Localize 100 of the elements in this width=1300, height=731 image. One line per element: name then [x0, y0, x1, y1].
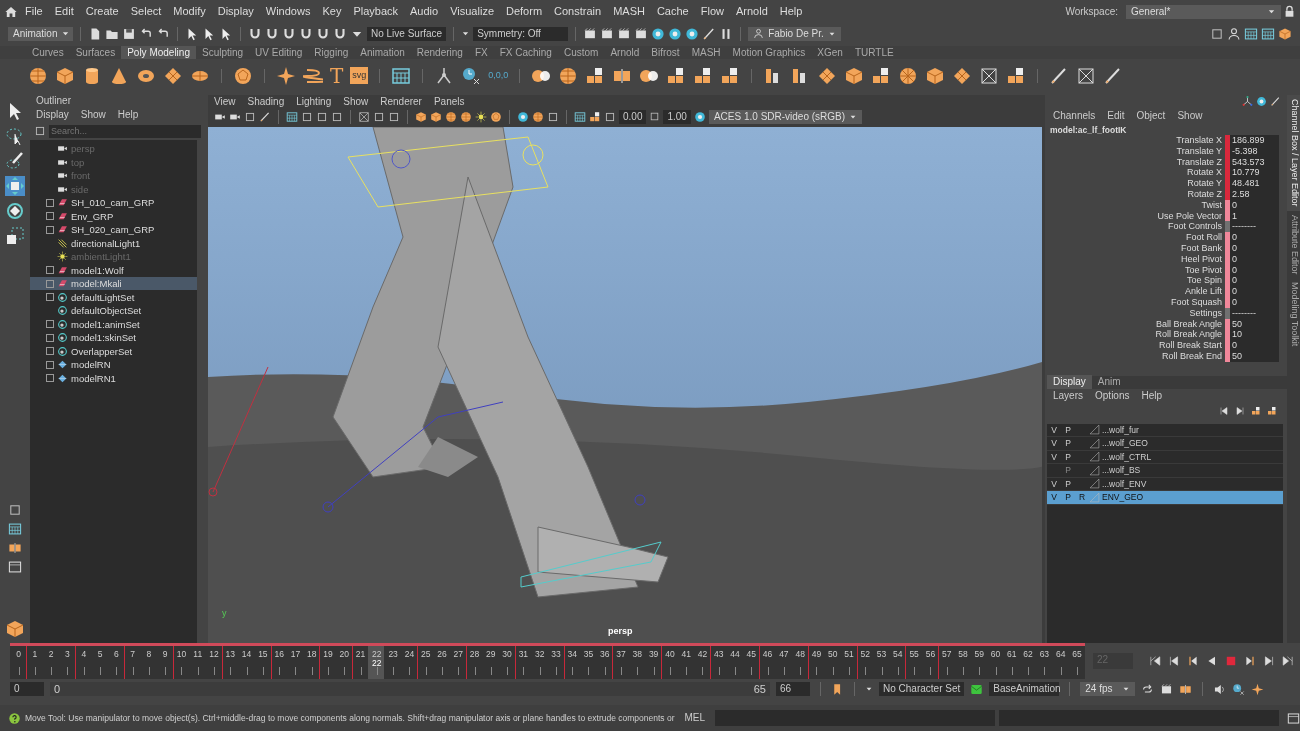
start-frame-field[interactable]: 0	[10, 682, 44, 697]
sound-icon[interactable]	[1213, 682, 1227, 696]
channel-value-field[interactable]: 0	[1230, 242, 1279, 254]
fps-dropdown[interactable]: 24 fps	[1080, 682, 1136, 697]
menu-item[interactable]: MASH	[608, 5, 650, 19]
snap-icon[interactable]	[265, 26, 279, 41]
channel-value-field[interactable]: 1	[1230, 210, 1279, 222]
lasso-tool-icon[interactable]	[5, 125, 25, 146]
render-icon[interactable]	[617, 26, 632, 41]
channel-value-field[interactable]: -5.398	[1230, 145, 1279, 157]
sphere-icon[interactable]	[28, 65, 48, 86]
menu-item[interactable]: Key	[317, 5, 347, 19]
shelf-tab[interactable]: Sculpting	[195, 46, 250, 60]
cube-icon[interactable]	[844, 65, 865, 86]
plane-icon[interactable]	[952, 65, 973, 86]
layer-editor-tab[interactable]: Anim	[1091, 375, 1127, 390]
plane-icon[interactable]	[163, 65, 183, 86]
play-backwards-icon[interactable]	[1206, 654, 1218, 667]
menu-item[interactable]: File	[20, 5, 48, 19]
channel-value-field[interactable]: 0	[1230, 275, 1279, 287]
outliner-item[interactable]: modelRN1	[30, 371, 197, 385]
paint-tool-icon[interactable]	[5, 150, 25, 171]
snap-icon[interactable]	[333, 26, 347, 41]
menu-item[interactable]: Visualize	[445, 5, 499, 19]
shelf-tab[interactable]: Custom	[557, 46, 605, 60]
snap-icon[interactable]	[282, 26, 296, 41]
menu-item[interactable]: Options	[1089, 389, 1136, 402]
menu-item[interactable]: Object	[1130, 109, 1172, 122]
mode-dropdown[interactable]: Animation	[8, 26, 73, 41]
menu-item[interactable]: Windows	[260, 5, 316, 19]
outliner-item[interactable]: SH_010_cam_GRP	[30, 195, 197, 210]
range-slider[interactable]: 0 65	[50, 682, 770, 697]
menu-item[interactable]: Show	[337, 95, 375, 108]
channel-value-field[interactable]: 10	[1230, 329, 1279, 341]
layer-editor-tab[interactable]: Display	[1047, 375, 1092, 390]
outliner-item[interactable]: defaultObjectSet	[30, 303, 197, 318]
wheel-icon[interactable]	[898, 65, 919, 86]
channel-value-field[interactable]: 0	[1230, 340, 1279, 351]
pen-icon[interactable]	[259, 110, 271, 123]
grid-icon[interactable]	[391, 65, 412, 86]
shelf-tab[interactable]: Animation	[354, 46, 411, 60]
cube-icon[interactable]	[55, 65, 75, 86]
layer-row[interactable]: V P R ENV_GEO	[1047, 491, 1283, 505]
rotate-tool-icon[interactable]	[5, 200, 25, 221]
sphere-icon[interactable]	[558, 65, 579, 86]
previous-key-icon[interactable]	[1187, 654, 1199, 667]
clock-icon[interactable]	[461, 65, 482, 86]
side-tab[interactable]: Modeling Toolkit	[1287, 278, 1300, 351]
layer-row[interactable]: V P ...wolf_fur	[1047, 423, 1283, 438]
go-to-start-icon[interactable]	[1149, 654, 1161, 667]
snap-tool[interactable]: 0,0,0	[488, 70, 509, 82]
shelf-tab[interactable]: XGen	[811, 46, 849, 60]
lock-icon[interactable]	[1283, 5, 1296, 19]
channel-value-field[interactable]: --------	[1230, 307, 1279, 319]
menu-item[interactable]: Lighting	[290, 95, 338, 108]
menu-item[interactable]: Constrain	[549, 5, 607, 19]
user-account-dropdown[interactable]: Fabio De Pr.	[748, 26, 841, 41]
menu-item[interactable]: Select	[125, 5, 167, 19]
channel-value-field[interactable]: 0	[1230, 264, 1279, 276]
channel-value-field[interactable]: 0	[1230, 296, 1279, 308]
workspace-dropdown[interactable]: General*	[1126, 4, 1281, 19]
channel-value-field[interactable]: 0	[1230, 232, 1279, 243]
outliner-item[interactable]: defaultLightSet	[30, 290, 197, 304]
plane-icon[interactable]	[817, 65, 838, 86]
outliner-item[interactable]: model1:animSet	[30, 317, 197, 331]
render-icon[interactable]	[634, 26, 649, 41]
menu-item[interactable]: Edit	[1101, 109, 1131, 122]
shelf-tab[interactable]: Surfaces	[69, 46, 122, 60]
channel-value-field[interactable]: 50	[1230, 350, 1279, 362]
snap-icon[interactable]	[248, 26, 262, 41]
menu-item[interactable]: Create	[80, 5, 124, 19]
shelf-tab[interactable]: UV Editing	[249, 46, 309, 60]
move-layer-down-icon[interactable]	[1235, 405, 1245, 416]
menu-item[interactable]: Layers	[1047, 389, 1089, 402]
channel-value-field[interactable]: 0	[1230, 199, 1279, 211]
search-field[interactable]: Search...	[49, 124, 201, 138]
move-tool-icon[interactable]	[5, 175, 25, 196]
shelf-tab[interactable]: TURTLE	[848, 46, 900, 60]
channel-value-field[interactable]: 543.573	[1230, 156, 1279, 168]
frame-icon[interactable]	[1076, 65, 1097, 86]
menu-item[interactable]: Playback	[348, 5, 404, 19]
menu-item[interactable]: Flow	[695, 5, 729, 19]
side-tab[interactable]: Channel Box / Layer Editor	[1287, 94, 1300, 211]
menu-item[interactable]: Help	[1135, 389, 1169, 402]
step-back-icon[interactable]	[1168, 654, 1180, 667]
gamma-field[interactable]: 1.00	[663, 109, 691, 124]
outliner-item[interactable]: directionalLight1	[30, 236, 197, 250]
step-forward-icon[interactable]	[1263, 654, 1275, 667]
menu-item[interactable]: Audio	[405, 5, 444, 19]
outliner-item[interactable]: SH_020_cam_GRP	[30, 222, 197, 237]
menu-item[interactable]: Help	[774, 5, 808, 19]
ball-icon[interactable]	[233, 65, 253, 86]
channel-value-field[interactable]: 50	[1230, 318, 1279, 330]
menu-item[interactable]: Arnold	[730, 5, 773, 19]
live-surface-field[interactable]: No Live Surface	[367, 26, 447, 41]
channel-value-field[interactable]: 0	[1230, 253, 1279, 265]
menu-item[interactable]: View	[208, 95, 242, 108]
move-layer-up-icon[interactable]	[1219, 405, 1229, 416]
layer-row[interactable]: V P ...wolf_GEO	[1047, 437, 1283, 451]
menu-item[interactable]: Show	[74, 108, 112, 121]
